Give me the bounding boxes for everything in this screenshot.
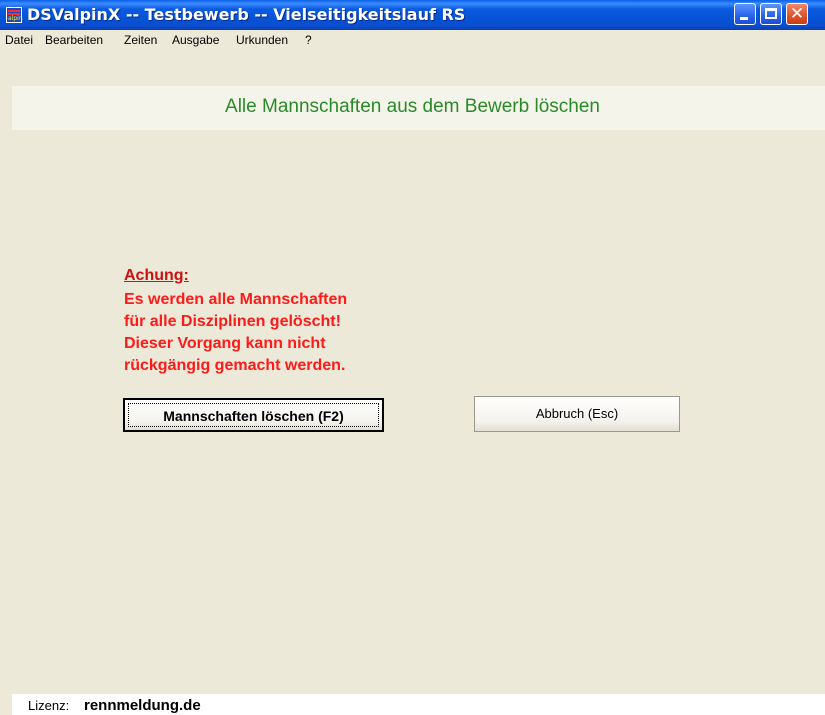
window-title: DSValpinX -- Testbewerb -- Vielseitigkei… <box>27 5 466 24</box>
cancel-button-label: Abbruch (Esc) <box>535 406 619 421</box>
warning-message: Es werden alle Mannschaften für alle Dis… <box>124 289 414 377</box>
menu-datei[interactable]: Datei <box>5 33 33 47</box>
menu-help[interactable]: ? <box>305 33 312 47</box>
warning-line: Dieser Vorgang kann nicht <box>124 335 326 352</box>
menu-bar: Datei Bearbeiten Zeiten Ausgabe Urkunden… <box>0 30 825 50</box>
warning-line: rückgängig gemacht werden. <box>124 357 346 374</box>
title-bar[interactable]: alpin DSValpinX -- Testbewerb -- Vielsei… <box>0 0 825 30</box>
license-value: rennmeldung.de <box>84 697 201 714</box>
license-label: Lizenz: <box>28 698 70 713</box>
warning-heading: Achung: <box>124 267 189 284</box>
status-bar: Lizenz: rennmeldung.de <box>12 694 825 715</box>
minimize-icon <box>740 17 748 20</box>
page-title: Alle Mannschaften aus dem Bewerb löschen <box>225 96 600 117</box>
focus-rectangle <box>128 403 379 427</box>
cancel-button[interactable]: Abbruch (Esc) <box>474 396 680 432</box>
warning-line: Es werden alle Mannschaften <box>124 291 348 308</box>
menu-ausgabe[interactable]: Ausgabe <box>172 33 219 47</box>
minimize-button[interactable] <box>734 3 756 25</box>
menu-bearbeiten[interactable]: Bearbeiten <box>45 33 103 47</box>
maximize-button[interactable] <box>760 3 782 25</box>
warning-line: für alle Disziplinen gelöscht! <box>124 313 341 330</box>
close-button[interactable]: ✕ <box>786 3 808 25</box>
app-logo-icon[interactable]: alpin <box>6 7 23 23</box>
maximize-icon <box>765 8 777 19</box>
close-icon: ✕ <box>789 4 805 24</box>
menu-urkunden[interactable]: Urkunden <box>236 33 288 47</box>
menu-zeiten[interactable]: Zeiten <box>124 33 157 47</box>
application-window: alpin DSValpinX -- Testbewerb -- Vielsei… <box>0 0 825 715</box>
delete-teams-button[interactable]: Mannschaften löschen (F2) <box>123 398 384 432</box>
